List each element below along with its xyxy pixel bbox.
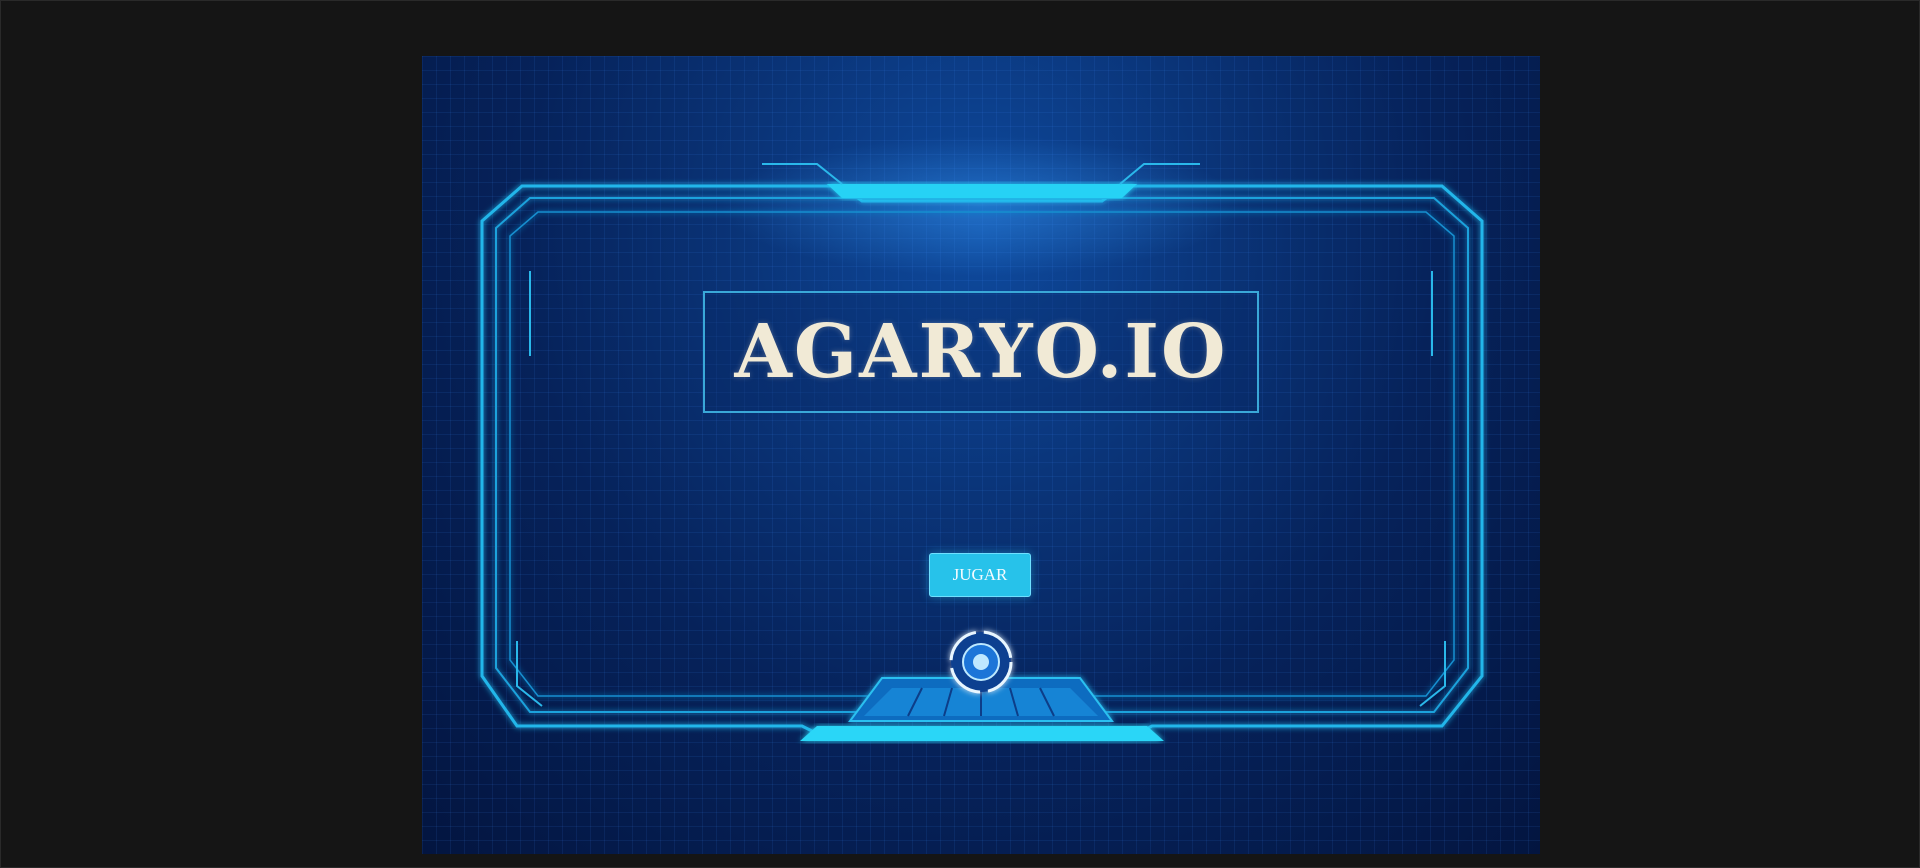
game-canvas[interactable]: AGARYO.IO JUGAR xyxy=(422,56,1540,854)
play-button[interactable]: JUGAR xyxy=(929,553,1031,597)
top-accent-bar xyxy=(827,184,1137,198)
hud-frame xyxy=(480,136,1484,741)
target-ring-icon xyxy=(949,630,1013,694)
browser-viewport: AGARYO.IO JUGAR xyxy=(0,0,1920,868)
game-title: AGARYO.IO xyxy=(734,309,1228,395)
title-box: AGARYO.IO xyxy=(703,291,1259,413)
bottom-accent-bar xyxy=(800,726,1164,741)
